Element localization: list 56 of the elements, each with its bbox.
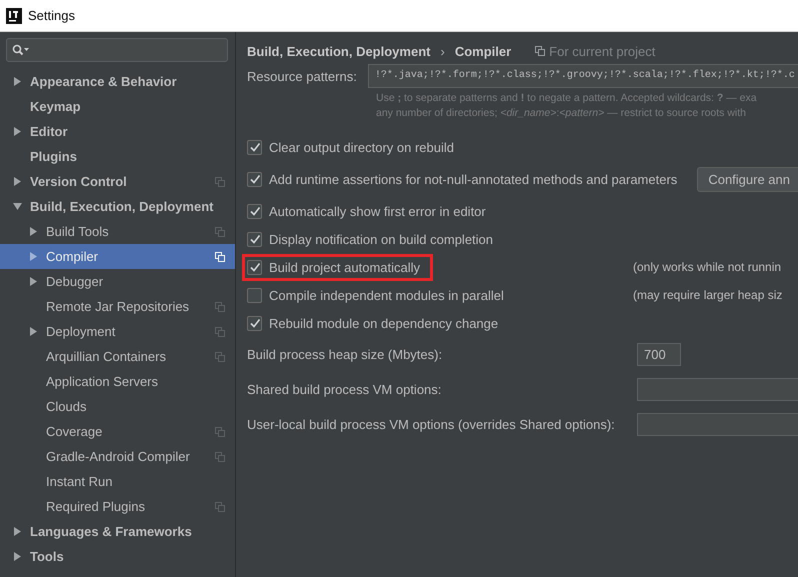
checkbox[interactable] [247, 260, 262, 274]
checkbox[interactable] [247, 172, 262, 186]
tree-item[interactable]: Build Tools [0, 219, 235, 244]
tree-item[interactable]: Version Control [0, 169, 235, 194]
option-note: (only works while not runnin [633, 260, 782, 274]
tree-item[interactable]: Languages & Frameworks [0, 519, 235, 544]
checkbox-label[interactable]: Add runtime assertions for not-null-annotated methods and parameters [269, 172, 678, 186]
checkbox[interactable] [247, 288, 262, 302]
tree-item[interactable]: Required Plugins [0, 494, 235, 519]
field-label: Build process heap size (Mbytes): [247, 347, 442, 362]
input-field[interactable] [637, 413, 798, 436]
tree-item[interactable]: Arquillian Containers [0, 344, 235, 369]
tree-item[interactable]: Debugger [0, 269, 235, 294]
tree-item[interactable]: Clouds [0, 394, 235, 419]
breadcrumb-parent: Build, Execution, Deployment [247, 44, 430, 58]
field-label: User-local build process VM options (overrides Shared options): [247, 417, 615, 432]
copy-icon [535, 46, 546, 56]
configure-button[interactable]: Configure ann [697, 166, 798, 192]
window-title: Settings [28, 8, 75, 23]
tree-item[interactable]: Keymap [0, 94, 235, 119]
checkbox[interactable] [247, 316, 262, 330]
hint-text: Use ; to separate patterns and ! to negate a pattern. Accepted wildcards: ? — exa [376, 91, 758, 106]
search-icon [12, 44, 30, 56]
checkbox-label[interactable]: Build project automatically [269, 260, 420, 274]
scope-label: For current project [549, 44, 656, 58]
tree-item[interactable]: Appearance & Behavior [0, 69, 235, 94]
checkbox-label[interactable]: Automatically show first error in editor [269, 204, 486, 218]
breadcrumb-separator: › [440, 44, 445, 58]
checkbox[interactable] [247, 204, 262, 218]
number-field[interactable]: 700 [637, 343, 681, 366]
tree-item[interactable]: Instant Run [0, 469, 235, 494]
tree-item[interactable]: Editor [0, 119, 235, 144]
tree-item[interactable]: Remote Jar Repositories [0, 294, 235, 319]
tree-item[interactable]: Plugins [0, 144, 235, 169]
search-field[interactable] [6, 38, 228, 62]
checkbox[interactable] [247, 232, 262, 246]
resource-patterns-field[interactable]: !?*.java;!?*.form;!?*.class;!?*.groovy;!?*.scala;!?*.flex;!?*.kt;!?*.c [368, 64, 798, 88]
field-label: Resource patterns: [247, 68, 357, 84]
checkbox-label[interactable]: Clear output directory on rebuild [269, 140, 454, 154]
checkbox[interactable] [247, 140, 262, 154]
tree-item[interactable]: Coverage [0, 419, 235, 444]
tree-item[interactable]: Application Servers [0, 369, 235, 394]
input-field[interactable] [637, 378, 798, 401]
field-label: Shared build process VM options: [247, 382, 442, 397]
tree-item[interactable]: Build, Execution, Deployment [0, 194, 235, 219]
tree-item[interactable]: Tools [0, 544, 235, 569]
checkbox-label[interactable]: Display notification on build completion [269, 232, 494, 246]
page-title: Compiler [454, 44, 512, 58]
tree-item[interactable]: Compiler [0, 244, 235, 269]
hint-text: any number of directories; <dir_name>:<pattern> — restrict to source roots with [376, 106, 748, 121]
checkbox-label[interactable]: Rebuild module on dependency change [269, 316, 498, 330]
checkbox-label[interactable]: Compile independent modules in parallel [269, 288, 504, 302]
option-note: (may require larger heap siz [633, 288, 784, 302]
tree-item[interactable]: Deployment [0, 319, 235, 344]
app-logo-icon [6, 8, 22, 24]
tree-item[interactable]: Gradle-Android Compiler [0, 444, 235, 469]
